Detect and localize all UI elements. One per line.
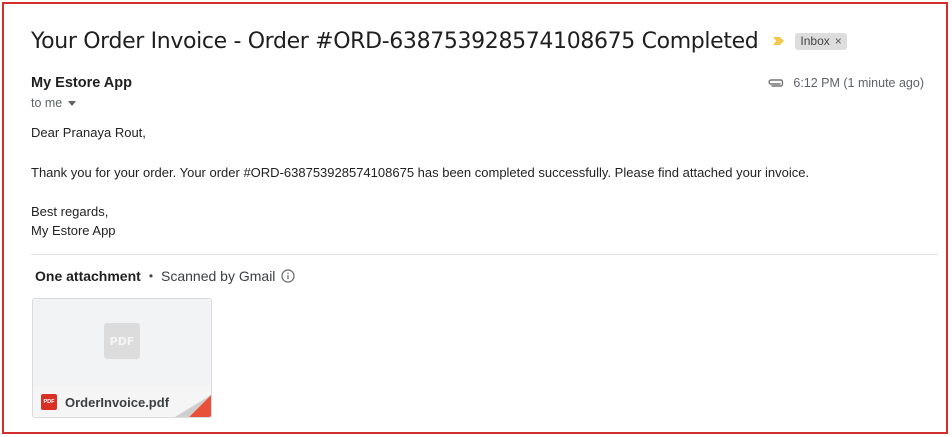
importance-marker-icon[interactable] <box>772 34 786 48</box>
message-meta: 6:12 PM (1 minute ago) <box>767 76 924 90</box>
email-greeting: Dear Pranaya Rout, <box>31 125 146 140</box>
recipient-label: to me <box>31 96 63 110</box>
attachment-preview: PDF <box>33 299 211 386</box>
subject-row: Your Order Invoice - Order #ORD-63875392… <box>31 27 847 55</box>
info-icon[interactable] <box>281 269 296 283</box>
pdf-preview-icon: PDF <box>104 323 140 359</box>
recipient-details-toggle[interactable]: to me <box>31 96 77 110</box>
message-timestamp: 6:12 PM (1 minute ago) <box>793 76 924 90</box>
label-chip-text: Inbox <box>800 34 830 48</box>
page-corner-icon <box>175 395 211 417</box>
paperclip-icon <box>768 79 784 87</box>
inbox-label-chip[interactable]: Inbox × <box>795 32 847 50</box>
remove-label-icon[interactable]: × <box>835 34 842 48</box>
attachment-filename: OrderInvoice.pdf <box>65 394 170 410</box>
pdf-icon: PDF <box>41 394 57 410</box>
scan-status: Scanned by Gmail <box>161 268 276 284</box>
email-message: Thank you for your order. Your order #OR… <box>31 165 810 180</box>
chevron-down-icon <box>68 100 77 106</box>
email-signature: My Estore App <box>31 223 116 238</box>
attachments-divider <box>31 254 938 255</box>
header-separator: • <box>148 269 154 283</box>
attachment-count: One attachment <box>35 268 141 284</box>
email-subject: Your Order Invoice - Order #ORD-63875392… <box>31 28 759 54</box>
email-closing: Best regards, <box>31 204 109 219</box>
attachment-card[interactable]: PDF PDF OrderInvoice.pdf <box>32 298 212 418</box>
sender-name[interactable]: My Estore App <box>31 75 132 91</box>
attachments-header: One attachment • Scanned by Gmail <box>35 268 296 284</box>
